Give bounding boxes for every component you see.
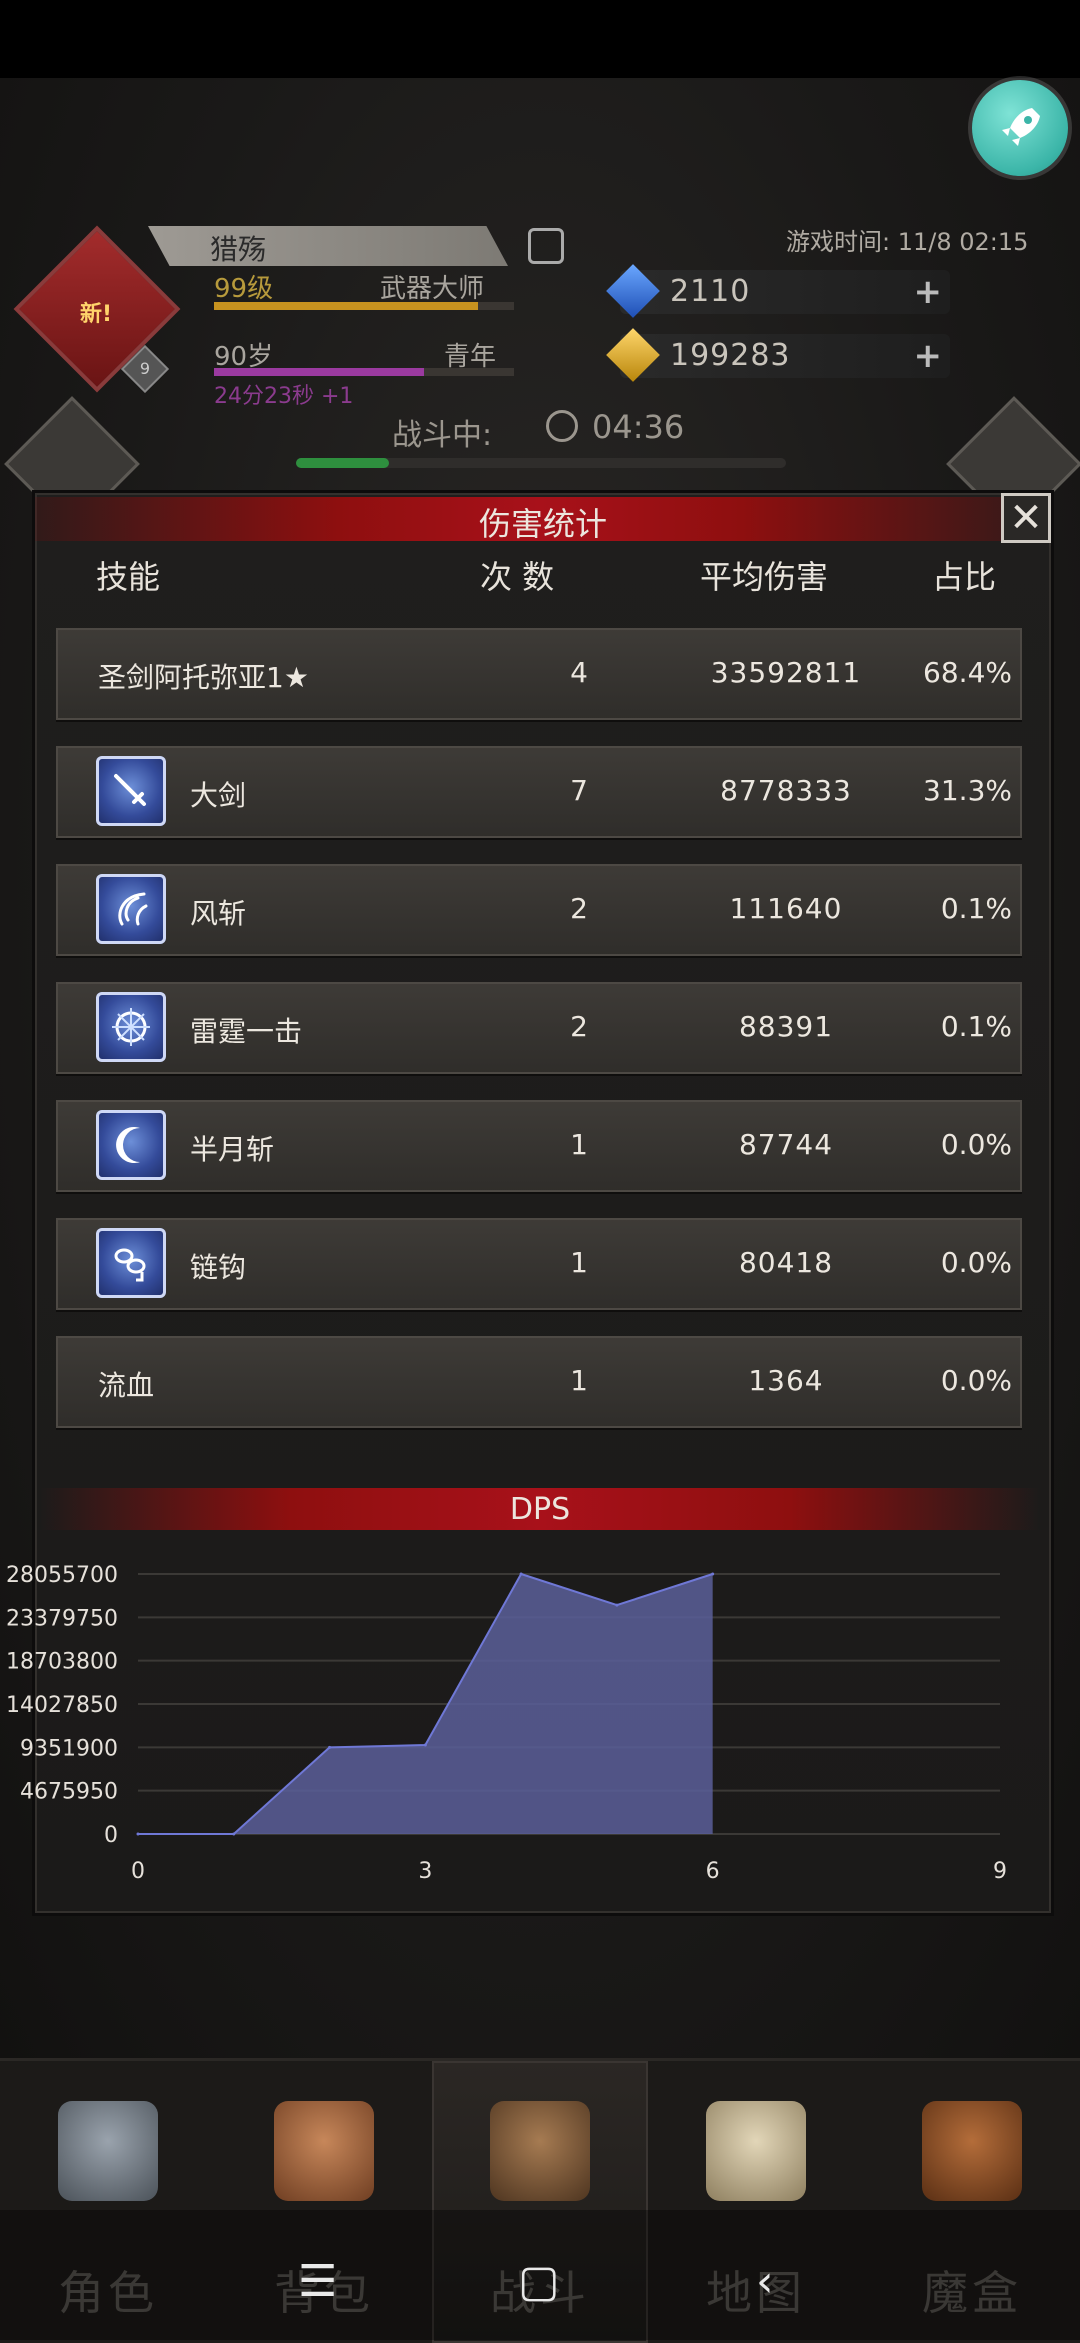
table-row: 圣剑阿托弥亚1★ 4 33592811 68.4% bbox=[56, 628, 1022, 720]
y-tick-label: 28055700 bbox=[6, 1563, 118, 1588]
skill-count: 7 bbox=[570, 774, 588, 807]
greatsword-icon bbox=[96, 756, 166, 826]
skill-name: 流血 bbox=[98, 1369, 155, 1402]
dps-point bbox=[423, 1743, 427, 1747]
x-tick-label: 3 bbox=[418, 1859, 432, 1884]
age-bar bbox=[214, 368, 514, 376]
xp-bar bbox=[214, 302, 514, 310]
skill-name: 链钩 bbox=[190, 1251, 247, 1284]
dps-title: DPS bbox=[509, 1492, 571, 1527]
skill-name: 圣剑阿托弥亚1★ bbox=[98, 661, 309, 694]
column-header-count: 次 数 bbox=[480, 558, 555, 596]
skill-name: 半月斩 bbox=[190, 1133, 275, 1166]
dps-point bbox=[232, 1832, 236, 1836]
skill-count: 1 bbox=[570, 1246, 588, 1279]
menu-icon[interactable]: ☰ bbox=[298, 2260, 337, 2304]
battle-progress-bar bbox=[296, 458, 786, 468]
skill-name: 大剑 bbox=[190, 779, 247, 812]
battle-timer: 04:36 bbox=[592, 408, 685, 446]
skill-percent: 68.4% bbox=[923, 656, 1012, 689]
rocket-button[interactable] bbox=[972, 80, 1068, 176]
panel-title: 伤害统计 bbox=[478, 505, 607, 543]
status-bar bbox=[0, 0, 1080, 78]
skill-avg-damage: 111640 bbox=[729, 892, 843, 925]
x-tick-label: 9 bbox=[993, 1859, 1007, 1884]
skill-percent: 0.0% bbox=[940, 1128, 1012, 1161]
dps-chart: 0 4675950 9351900 14027850 18703800 23379750 2… bbox=[6, 1563, 1007, 1884]
x-tick-label: 6 bbox=[706, 1859, 720, 1884]
gem-resource: 2110 + bbox=[606, 264, 950, 318]
name-plate bbox=[148, 226, 508, 266]
rocket-icon bbox=[1002, 108, 1040, 146]
skill-avg-damage: 8778333 bbox=[720, 774, 852, 807]
dps-point bbox=[136, 1832, 140, 1836]
y-tick-label: 0 bbox=[104, 1823, 118, 1848]
wind-slash-icon bbox=[96, 874, 166, 944]
skill-percent: 31.3% bbox=[923, 774, 1012, 807]
column-header-skill: 技能 bbox=[96, 558, 161, 596]
thunder-strike-icon bbox=[96, 992, 166, 1062]
column-header-avg-damage: 平均伤害 bbox=[700, 558, 829, 596]
column-header-percent: 占比 bbox=[932, 558, 997, 596]
dps-point bbox=[615, 1603, 619, 1607]
skill-count: 1 bbox=[570, 1364, 588, 1397]
dps-point bbox=[711, 1572, 715, 1576]
skill-percent: 0.1% bbox=[940, 892, 1012, 925]
skill-name: 风斩 bbox=[190, 897, 247, 930]
edit-name-icon[interactable] bbox=[528, 228, 564, 264]
back-icon[interactable]: ‹ bbox=[756, 2260, 774, 2304]
gold-resource: 199283 + bbox=[606, 328, 950, 382]
skill-avg-damage: 87744 bbox=[738, 1128, 834, 1161]
player-title: 武器大师 bbox=[380, 274, 485, 304]
x-tick-label: 0 bbox=[131, 1859, 145, 1884]
close-button[interactable]: ✕ bbox=[1001, 493, 1051, 543]
backpack-icon bbox=[274, 2101, 374, 2201]
home-icon[interactable]: ▢ bbox=[518, 2260, 560, 2304]
player-name: 猎殇 bbox=[210, 233, 267, 266]
y-tick-label: 4675950 bbox=[20, 1780, 118, 1805]
half-moon-slash-icon bbox=[96, 1110, 166, 1180]
skill-avg-damage: 33592811 bbox=[710, 656, 862, 689]
skill-name: 雷霆一击 bbox=[190, 1015, 303, 1048]
skill-avg-damage: 80418 bbox=[738, 1246, 834, 1279]
close-icon: ✕ bbox=[1009, 495, 1043, 541]
table-row: 风斩 2 111640 0.1% bbox=[56, 864, 1022, 956]
table-row: 雷霆一击 2 88391 0.1% bbox=[56, 982, 1022, 1074]
y-tick-label: 9351900 bbox=[20, 1736, 118, 1761]
y-tick-label: 18703800 bbox=[6, 1650, 118, 1675]
new-badge: 新! bbox=[79, 302, 113, 327]
battle-status: 战斗中: bbox=[392, 418, 493, 453]
character-helmet-icon bbox=[58, 2101, 158, 2201]
skill-percent: 0.0% bbox=[940, 1364, 1012, 1397]
game-time: 游戏时间: 11/8 02:15 bbox=[786, 228, 1029, 256]
dps-point bbox=[328, 1745, 332, 1749]
battle-shield-icon bbox=[490, 2101, 590, 2201]
player-level: 99级 bbox=[214, 274, 274, 304]
chain-hook-icon bbox=[96, 1228, 166, 1298]
y-tick-label: 14027850 bbox=[6, 1693, 118, 1718]
skill-avg-damage: 88391 bbox=[738, 1010, 834, 1043]
magic-box-icon bbox=[922, 2101, 1022, 2201]
skill-count: 4 bbox=[570, 656, 588, 689]
skill-avg-damage: 1364 bbox=[748, 1364, 824, 1397]
skill-count: 2 bbox=[570, 1010, 588, 1043]
skill-count: 2 bbox=[570, 892, 588, 925]
table-row: 大剑 7 8778333 31.3% bbox=[56, 746, 1022, 838]
gem-count: 2110 bbox=[670, 274, 751, 309]
table-row: 流血 1 1364 0.0% bbox=[56, 1336, 1022, 1428]
age-timer: 24分23秒 +1 bbox=[214, 384, 354, 409]
add-gems-button[interactable]: + bbox=[914, 275, 943, 309]
skill-count: 1 bbox=[570, 1128, 588, 1161]
skill-percent: 0.0% bbox=[940, 1246, 1012, 1279]
skill-percent: 0.1% bbox=[940, 1010, 1012, 1043]
clock-icon bbox=[546, 410, 578, 442]
gold-count: 199283 bbox=[670, 338, 791, 373]
map-scroll-icon bbox=[706, 2101, 806, 2201]
table-row: 半月斩 1 87744 0.0% bbox=[56, 1100, 1022, 1192]
y-tick-label: 23379750 bbox=[6, 1606, 118, 1631]
table-row: 链钩 1 80418 0.0% bbox=[56, 1218, 1022, 1310]
add-gold-button[interactable]: + bbox=[914, 339, 943, 373]
dps-point bbox=[519, 1572, 523, 1576]
